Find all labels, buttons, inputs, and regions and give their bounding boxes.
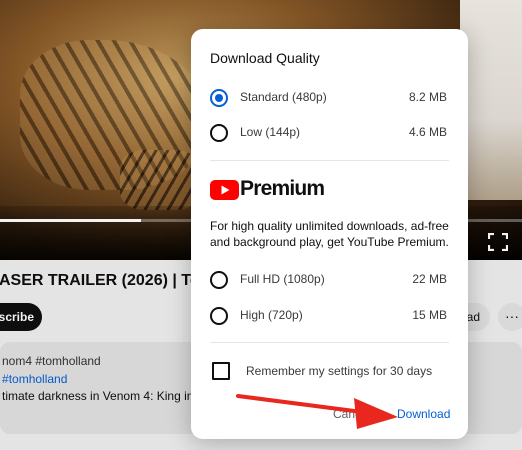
option-full-hd-1080p[interactable]: Full HD (1080p) 22 MB [203,264,453,294]
option-size: 4.6 MB [408,125,447,139]
remember-settings-label: Remember my settings for 30 days [246,364,433,378]
youtube-play-icon [210,180,239,200]
option-size: 8.2 MB [408,90,447,104]
cancel-button[interactable]: Cancel [333,407,370,421]
option-label: Low (144p) [240,125,301,139]
premium-description: For high quality unlimited downloads, ad… [210,219,449,249]
option-size: 22 MB [412,272,447,286]
radio-button[interactable] [210,124,228,142]
option-standard-480p[interactable]: Standard (480p) 8.2 MB [203,82,453,112]
option-label: Standard (480p) [240,90,327,104]
option-label: High (720p) [240,308,303,322]
option-high-720p[interactable]: High (720p) 15 MB [203,300,453,330]
remember-settings-checkbox[interactable] [212,362,230,380]
option-low-144p[interactable]: Low (144p) 4.6 MB [203,117,453,147]
radio-button[interactable] [210,89,228,107]
download-quality-dialog: Download Quality Standard (480p) 8.2 MB … [191,29,468,439]
download-button[interactable]: Download [397,405,450,423]
premium-logo-text: Premium [240,177,325,200]
dialog-title: Download Quality [210,50,320,66]
option-label: Full HD (1080p) [240,272,325,286]
option-size: 15 MB [412,308,447,322]
divider [210,342,449,343]
divider [210,160,449,161]
remember-settings-row[interactable]: Remember my settings for 30 days [210,361,455,383]
radio-button[interactable] [210,307,228,325]
radio-button[interactable] [210,271,228,289]
youtube-watch-page: ASER TRAILER (2026) | Tom scribe ad ··· … [0,0,522,450]
